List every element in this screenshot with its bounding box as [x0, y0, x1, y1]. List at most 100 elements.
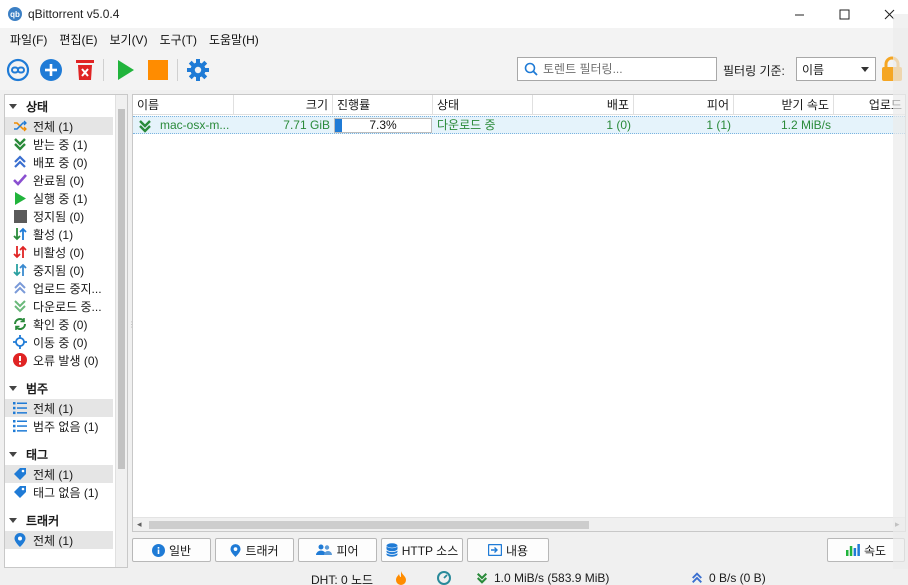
error-icon — [12, 352, 28, 368]
tag-section-header[interactable]: 태그 — [5, 443, 127, 465]
section-label: 태그 — [26, 447, 49, 462]
tag-icon — [12, 466, 28, 482]
active-arrows-icon — [12, 226, 28, 242]
scrollbar-thumb[interactable] — [149, 521, 589, 529]
tab-general[interactable]: 일반 — [132, 538, 211, 562]
tracker-all[interactable]: 전체 (1) — [5, 531, 113, 549]
column-header-name[interactable]: 이름 — [133, 95, 234, 115]
folder-icon — [487, 544, 502, 556]
status-stopped-label: 정지됨 (0) — [33, 209, 85, 224]
status-running[interactable]: 실행 중 (1) — [5, 189, 113, 207]
table-row[interactable]: mac-osx-m... 7.71 GiB 7.3% 다운로드 중 1 (0) … — [133, 116, 905, 134]
scroll-left-icon[interactable]: ◂ — [137, 519, 142, 530]
status-completed[interactable]: 완료됨 (0) — [5, 171, 113, 189]
minimize-icon — [794, 14, 804, 15]
status-stopped[interactable]: 정지됨 (0) — [5, 207, 113, 225]
column-header-status[interactable]: 상태 — [433, 95, 533, 115]
status-download-stalled[interactable]: 다운로드 중... — [5, 297, 113, 315]
title-bar: qb qBittorrent v5.0.4 — [0, 0, 908, 28]
download-chevrons-icon — [12, 136, 28, 152]
menu-edit[interactable]: 편집(E) — [53, 31, 103, 48]
tab-trackers[interactable]: 트래커 — [215, 538, 294, 562]
minimize-button[interactable] — [776, 0, 822, 28]
category-section-header[interactable]: 범주 — [5, 377, 127, 399]
tag-all[interactable]: 전체 (1) — [5, 465, 113, 483]
filter-by-select[interactable]: 이름 — [796, 57, 876, 81]
column-header-peers[interactable]: 피어 — [634, 95, 734, 115]
start-button[interactable] — [112, 57, 138, 83]
status-errored-label: 오류 발생 (0) — [33, 353, 99, 368]
options-button[interactable] — [185, 57, 211, 83]
download-speed-status[interactable]: 1.0 MiB/s (583.9 MiB) — [476, 571, 609, 585]
category-uncategorized-label: 범주 없음 (1) — [33, 419, 99, 434]
status-all-label: 전체 (1) — [33, 119, 74, 134]
tab-http-sources[interactable]: HTTP 소스 — [381, 538, 463, 562]
column-header-progress[interactable]: 진행률 — [333, 95, 433, 115]
status-inactive[interactable]: 비활성 (0) — [5, 243, 113, 261]
tag-icon — [12, 484, 28, 500]
menu-file[interactable]: 파일(F) — [4, 31, 53, 48]
category-all[interactable]: 전체 (1) — [5, 399, 113, 417]
delete-icon — [76, 60, 94, 80]
list-icon — [12, 400, 28, 416]
column-header-seeds[interactable]: 배포 — [533, 95, 634, 115]
category-uncategorized[interactable]: 범주 없음 (1) — [5, 417, 113, 435]
status-upload-stalled[interactable]: 업로드 중지... — [5, 279, 113, 297]
sidebar-scrollbar[interactable] — [115, 95, 127, 567]
upload-stalled-icon — [12, 280, 28, 296]
stop-icon — [148, 60, 168, 80]
play-icon — [118, 60, 134, 80]
torrent-name: mac-osx-m... — [160, 118, 230, 132]
status-section-header[interactable]: 상태 — [5, 95, 127, 117]
filter-by-value: 이름 — [802, 62, 825, 77]
menu-help[interactable]: 도움말(H) — [203, 31, 265, 48]
search-input[interactable] — [543, 62, 703, 76]
column-header-size[interactable]: 크기 — [234, 95, 333, 115]
tab-trackers-label: 트래커 — [245, 543, 279, 558]
play-icon — [12, 190, 28, 206]
settings-icon — [187, 59, 209, 81]
speed-button-label: 속도 — [863, 543, 887, 558]
users-icon — [316, 544, 333, 555]
add-torrent-file-button[interactable] — [38, 57, 64, 83]
menu-view[interactable]: 보기(V) — [103, 31, 153, 48]
status-moving[interactable]: 이동 중 (0) — [5, 333, 113, 351]
torrent-list: 이름 크기 진행률 상태 배포 피어 받기 속도 업로드 mac-osx-m..… — [132, 94, 906, 532]
column-header-down-speed[interactable]: 받기 속도 — [734, 95, 834, 115]
horizontal-scrollbar[interactable]: ◂ ▸ — [133, 517, 905, 531]
menu-tools[interactable]: 도구(T) — [154, 31, 203, 48]
status-errored[interactable]: 오류 발생 (0) — [5, 351, 113, 369]
speed-limit-icon[interactable] — [437, 571, 451, 585]
tab-peers[interactable]: 피어 — [298, 538, 377, 562]
status-all[interactable]: 전체 (1) — [5, 117, 113, 135]
chart-icon — [845, 544, 860, 556]
tracker-section-header[interactable]: 트래커 — [5, 509, 127, 531]
info-icon — [151, 543, 165, 557]
tab-content[interactable]: 내용 — [467, 538, 549, 562]
status-stalled[interactable]: 중지됨 (0) — [5, 261, 113, 279]
list-icon — [12, 418, 28, 434]
upload-speed-status[interactable]: 0 B/s (0 B) — [691, 571, 766, 585]
delete-torrent-button[interactable] — [72, 57, 98, 83]
upload-speed-label: 0 B/s (0 B) — [709, 571, 766, 585]
status-running-label: 실행 중 (1) — [33, 191, 88, 206]
search-icon — [524, 62, 538, 76]
tag-all-label: 전체 (1) — [33, 467, 74, 482]
torrent-filter-search[interactable] — [517, 57, 717, 81]
maximize-button[interactable] — [821, 0, 867, 28]
collapse-triangle-icon — [9, 451, 17, 457]
status-downloading[interactable]: 받는 중 (1) — [5, 135, 113, 153]
tag-untagged-label: 태그 없음 (1) — [33, 485, 99, 500]
status-seeding[interactable]: 배포 중 (0) — [5, 153, 113, 171]
cell-seeds: 1 (0) — [606, 118, 631, 132]
status-checking[interactable]: 확인 중 (0) — [5, 315, 113, 333]
stop-icon — [12, 208, 28, 224]
refresh-icon — [12, 316, 28, 332]
tab-peers-label: 피어 — [336, 543, 359, 558]
stop-button[interactable] — [145, 57, 171, 83]
tag-untagged[interactable]: 태그 없음 (1) — [5, 483, 113, 501]
scrollbar-thumb[interactable] — [118, 109, 125, 469]
status-active[interactable]: 활성 (1) — [5, 225, 113, 243]
fire-icon — [395, 571, 407, 585]
add-torrent-link-button[interactable] — [5, 57, 31, 83]
